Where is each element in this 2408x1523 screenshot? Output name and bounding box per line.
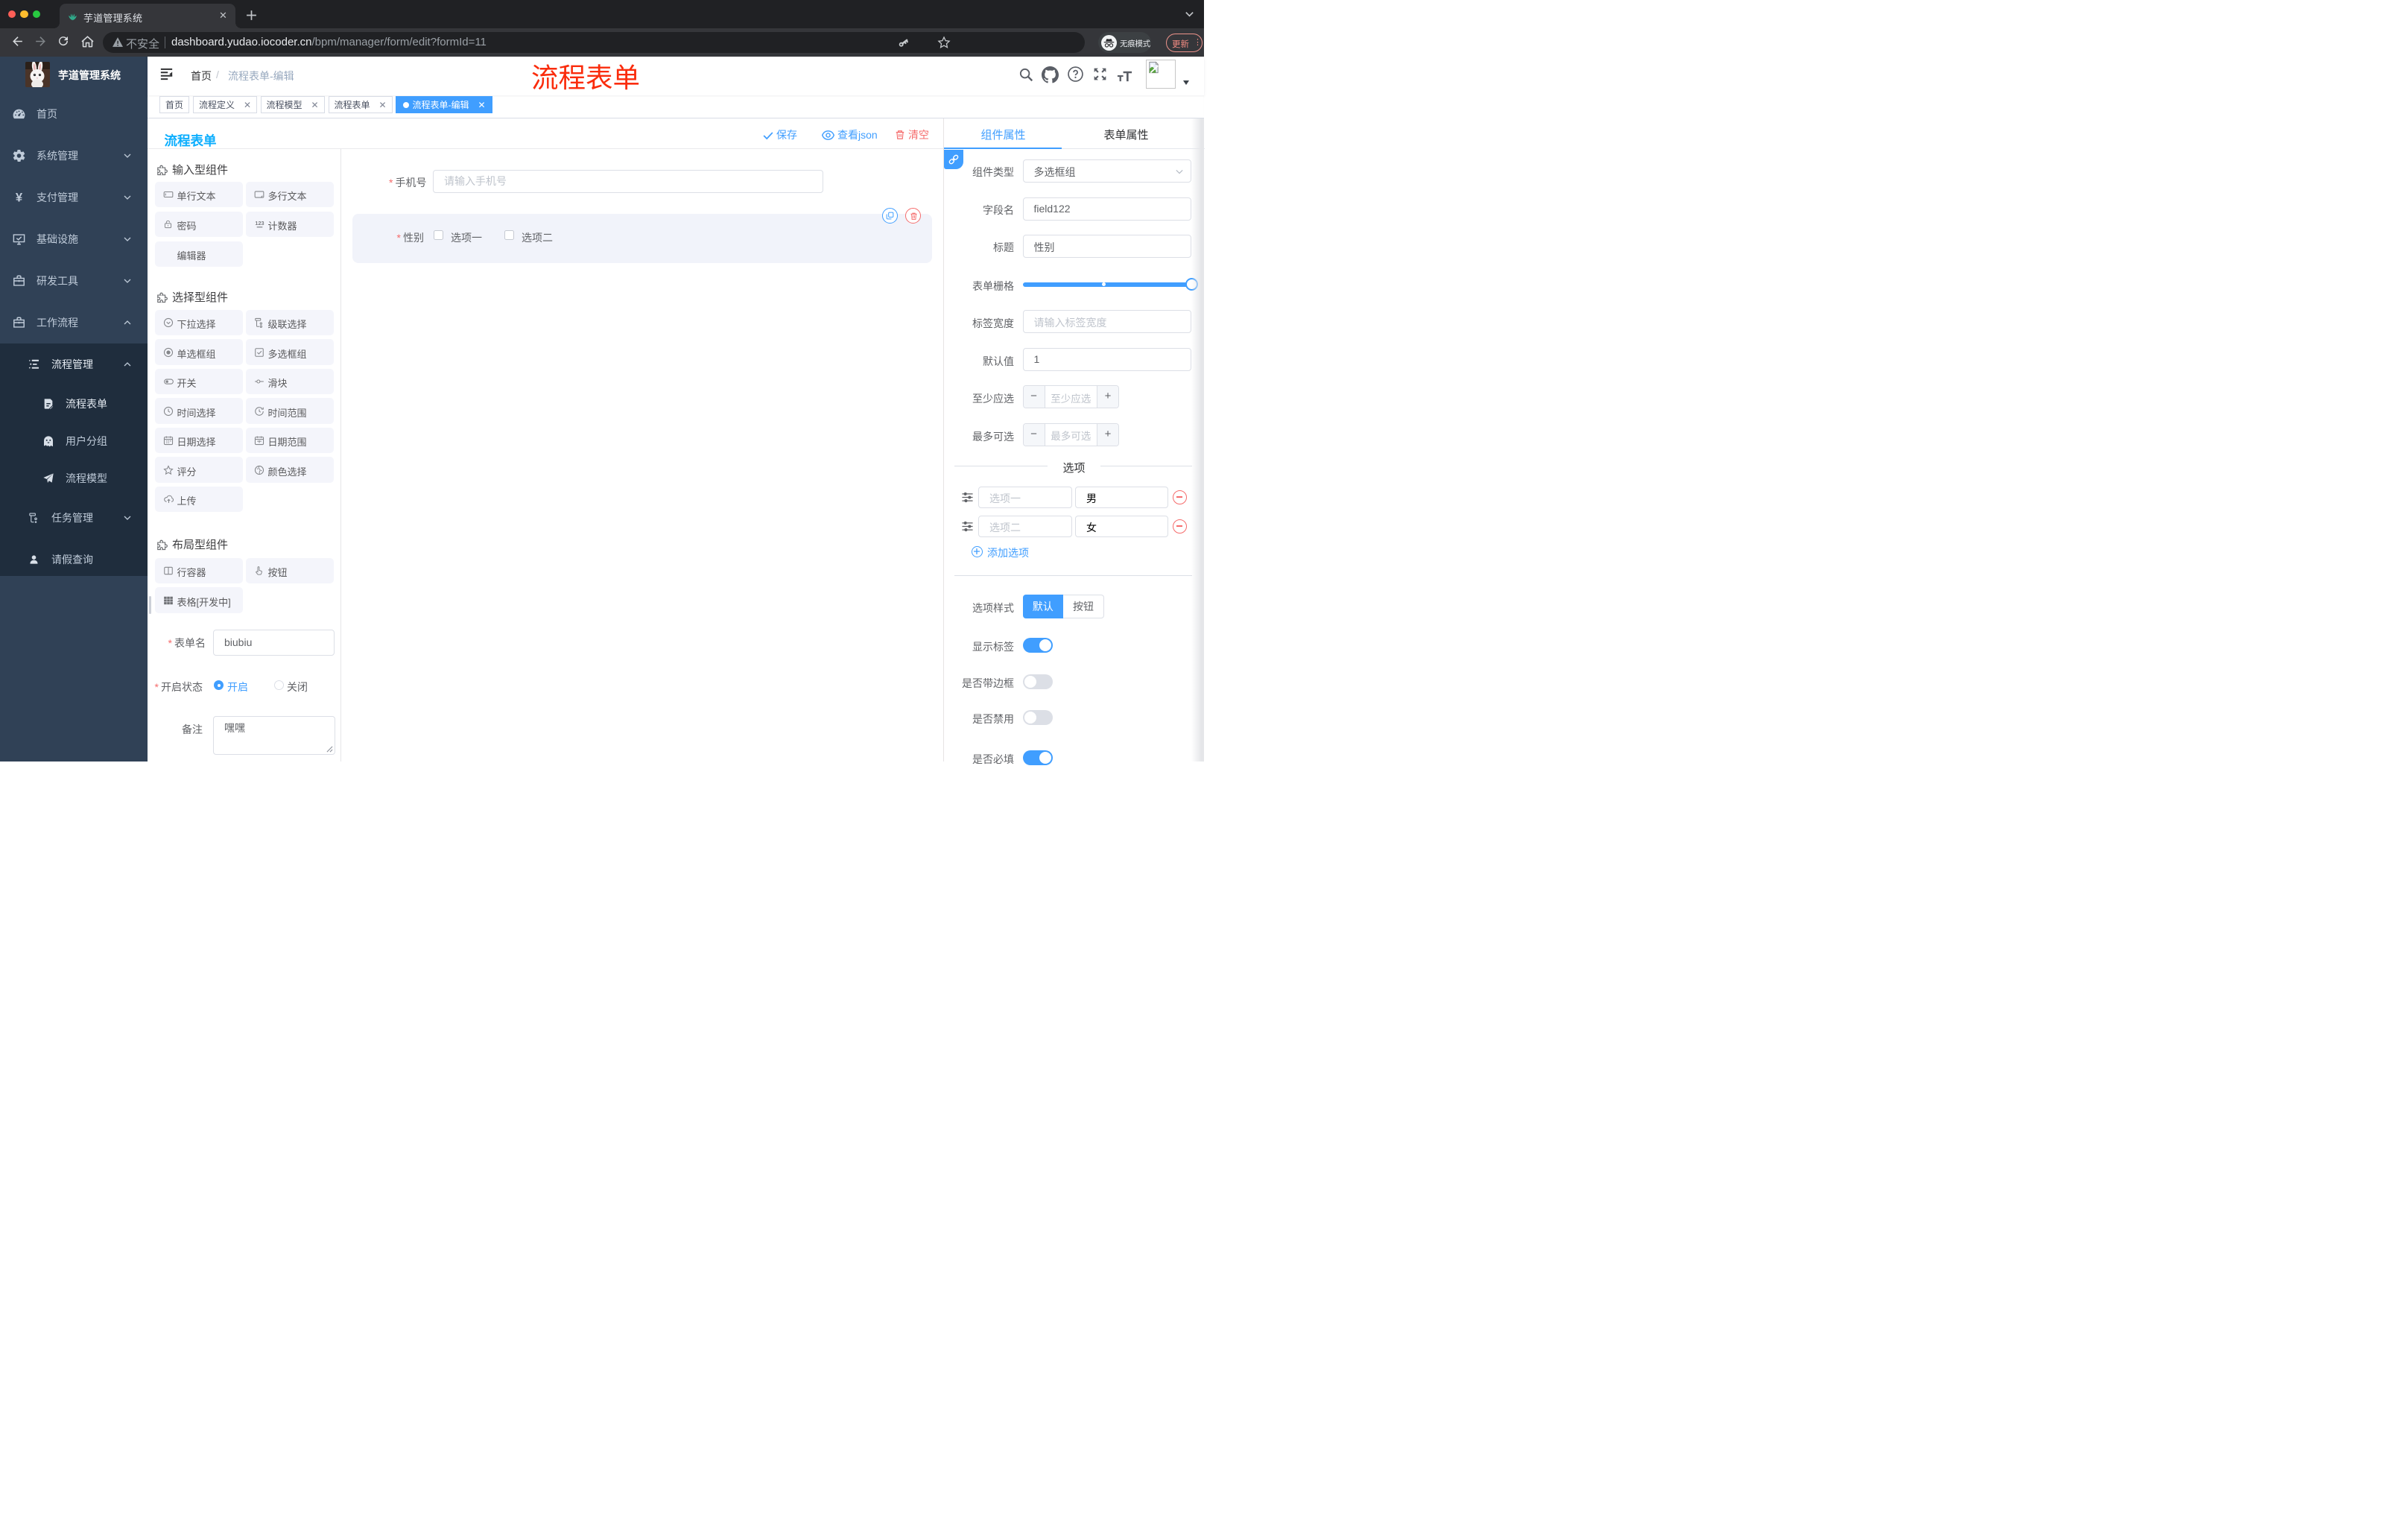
svg-text:123: 123 [255,220,264,227]
svg-text:¥: ¥ [16,191,23,205]
